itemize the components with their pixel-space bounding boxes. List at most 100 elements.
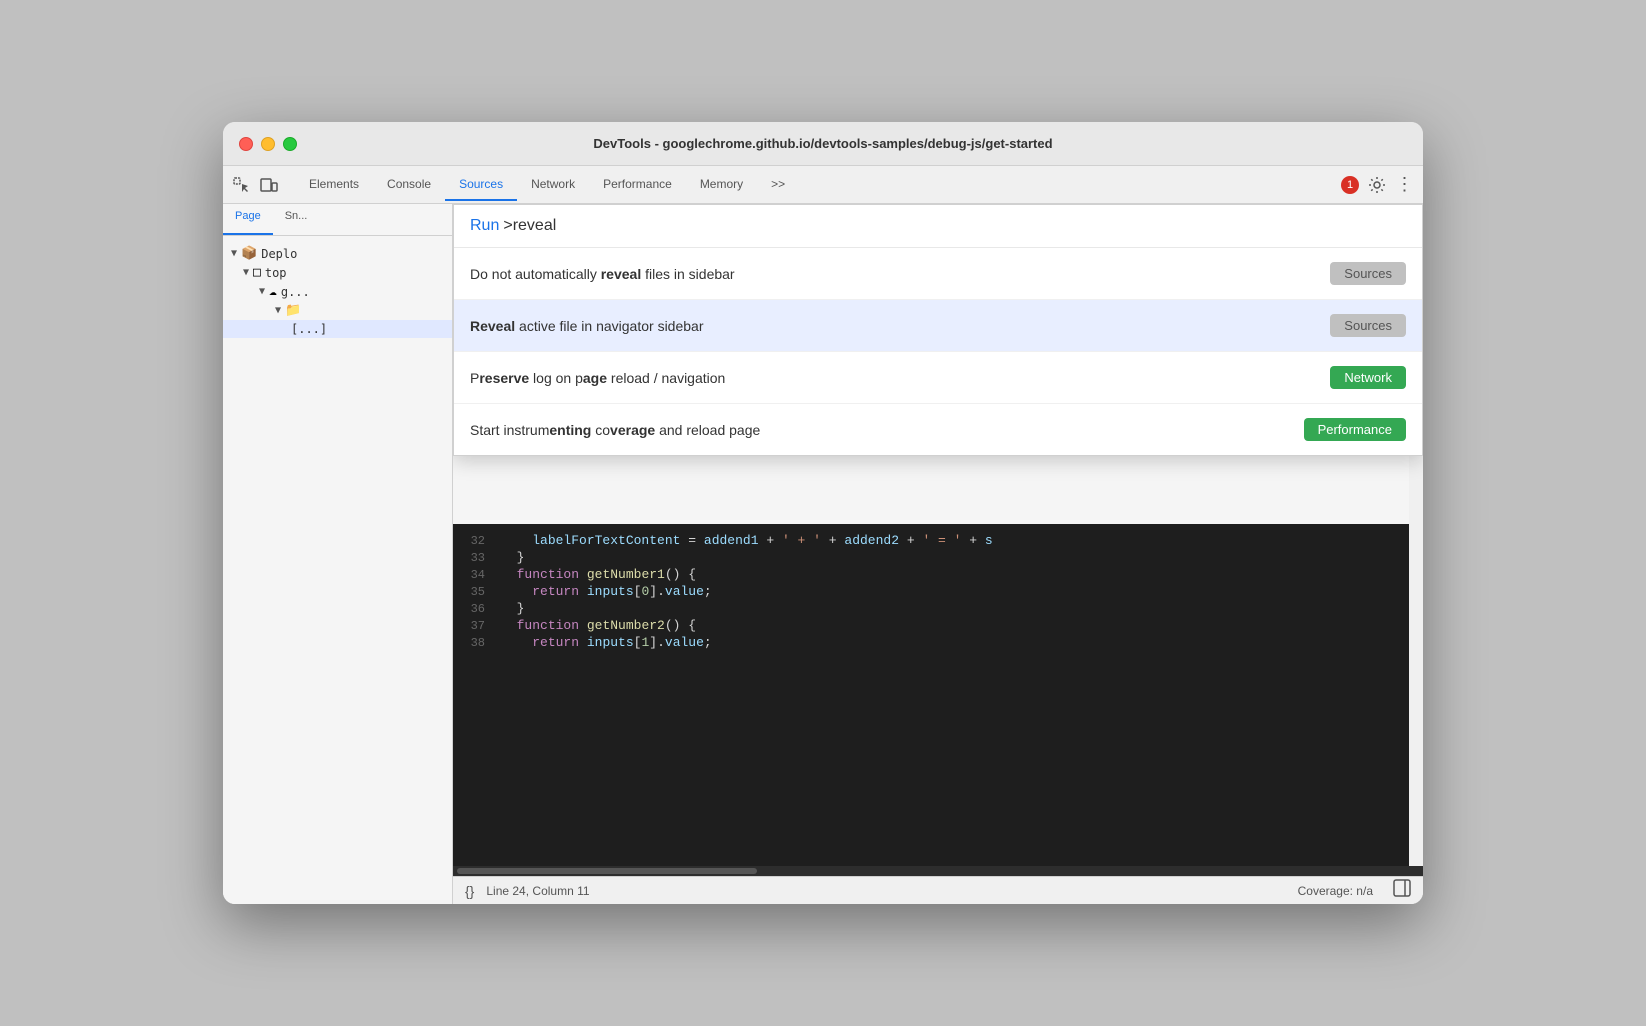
tab-performance[interactable]: Performance — [589, 169, 686, 201]
tree-arrow: ▼ — [275, 305, 281, 316]
title-bar: DevTools - googlechrome.github.io/devtoo… — [223, 122, 1423, 166]
result-3-badge[interactable]: Network — [1330, 366, 1406, 389]
tab-network[interactable]: Network — [517, 169, 589, 201]
select-element-icon[interactable] — [231, 175, 251, 195]
tab-console[interactable]: Console — [373, 169, 445, 201]
highlight-enting: enting — [549, 422, 591, 438]
result-3-text: Preserve log on page reload / navigation — [470, 370, 725, 386]
g-icon: ☁ — [269, 284, 277, 299]
line-num-36: 36 — [453, 602, 501, 616]
line-content-38: return inputs[1].value; — [501, 635, 712, 650]
code-area[interactable]: 32 labelForTextContent = addend1 + ' + '… — [453, 524, 1409, 866]
tree-label: g... — [281, 285, 310, 299]
status-bar: {} Line 24, Column 11 Coverage: n/a — [453, 876, 1423, 904]
status-bar-right: Coverage: n/a — [1298, 884, 1373, 898]
command-result-4[interactable]: Start instrumenting coverage and reload … — [454, 404, 1422, 455]
line-content-37: function getNumber2() { — [501, 618, 696, 633]
status-bar-left: {} Line 24, Column 11 — [465, 883, 590, 899]
device-toggle-icon[interactable] — [259, 175, 279, 195]
result-2-badge[interactable]: Sources — [1330, 314, 1406, 337]
tree-item-folder[interactable]: ▼ 📁 — [223, 301, 452, 320]
deploy-icon: 📦 — [241, 246, 257, 261]
more-options-icon[interactable]: ⋮ — [1395, 175, 1415, 195]
result-2-text: Reveal active file in navigator sidebar — [470, 318, 703, 334]
tab-elements[interactable]: Elements — [295, 169, 373, 201]
main-content: Page Sn... ▼ 📦 Deplo ▼ □ top ▼ — [223, 204, 1423, 904]
command-input-field[interactable] — [503, 217, 1406, 235]
line-content-35: return inputs[0].value; — [501, 584, 712, 599]
horizontal-scrollbar[interactable] — [453, 866, 1423, 876]
tree-item-g[interactable]: ▼ ☁ g... — [223, 282, 452, 301]
tab-bar: Elements Console Sources Network Perform… — [223, 166, 1423, 204]
tab-sources[interactable]: Sources — [445, 169, 517, 201]
tree-item-file[interactable]: [...] — [223, 320, 452, 338]
tree-arrow: ▼ — [243, 267, 249, 278]
code-line-34: 34 function getNumber1() { — [453, 566, 1409, 583]
right-panel-toggle[interactable] — [1393, 879, 1411, 902]
line-num-34: 34 — [453, 568, 501, 582]
command-menu: Run Do not automatically reveal files in… — [453, 204, 1423, 456]
scrollbar-thumb-h — [457, 868, 757, 874]
sidebar-tab-snippets[interactable]: Sn... — [273, 204, 320, 235]
tree-item-deploy[interactable]: ▼ 📦 Deplo — [223, 244, 452, 263]
top-icon: □ — [253, 265, 261, 280]
tree-arrow: ▼ — [231, 248, 237, 259]
tab-memory[interactable]: Memory — [686, 169, 757, 201]
line-num-38: 38 — [453, 636, 501, 650]
result-4-badge[interactable]: Performance — [1304, 418, 1406, 441]
traffic-lights — [239, 137, 297, 151]
line-col-status: Line 24, Column 11 — [486, 884, 589, 898]
settings-icon[interactable] — [1367, 175, 1387, 195]
highlight-reveal-2: Reveal — [470, 318, 515, 334]
code-line-35: 35 return inputs[0].value; — [453, 583, 1409, 600]
tab-more[interactable]: >> — [757, 169, 799, 201]
code-line-33: 33 } — [453, 549, 1409, 566]
highlight-age: age — [583, 370, 607, 386]
command-input-row: Run — [454, 205, 1422, 248]
highlight-reveal-1: reveal — [601, 266, 641, 282]
command-result-3[interactable]: Preserve log on page reload / navigation… — [454, 352, 1422, 404]
close-button[interactable] — [239, 137, 253, 151]
sidebar-tabs: Page Sn... — [223, 204, 452, 236]
run-label: Run — [470, 217, 499, 235]
folder-icon: 📁 — [285, 303, 301, 318]
devtools-container: Elements Console Sources Network Perform… — [223, 166, 1423, 904]
line-content-34: function getNumber1() { — [501, 567, 696, 582]
line-content-33: } — [501, 550, 524, 565]
toolbar-icons — [231, 175, 279, 195]
sidebar: Page Sn... ▼ 📦 Deplo ▼ □ top ▼ — [223, 204, 453, 904]
devtools-window: DevTools - googlechrome.github.io/devtoo… — [223, 122, 1423, 904]
tree-label: top — [265, 266, 287, 280]
line-content-36: } — [501, 601, 524, 616]
sidebar-tree: ▼ 📦 Deplo ▼ □ top ▼ ☁ g... — [223, 236, 452, 904]
coverage-status: Coverage: n/a — [1298, 884, 1373, 898]
minimize-button[interactable] — [261, 137, 275, 151]
tree-arrow: ▼ — [259, 286, 265, 297]
code-line-38: 38 return inputs[1].value; — [453, 634, 1409, 651]
command-result-2[interactable]: Reveal active file in navigator sidebar … — [454, 300, 1422, 352]
line-num-37: 37 — [453, 619, 501, 633]
tab-right-icons: 1 ⋮ — [1341, 175, 1415, 195]
line-num-33: 33 — [453, 551, 501, 565]
code-line-32: 32 labelForTextContent = addend1 + ' + '… — [453, 532, 1409, 549]
tree-item-top[interactable]: ▼ □ top — [223, 263, 452, 282]
highlight-reserve: reserve — [479, 370, 529, 386]
code-line-37: 37 function getNumber2() { — [453, 617, 1409, 634]
code-line-36: 36 } — [453, 600, 1409, 617]
window-title: DevTools - googlechrome.github.io/devtoo… — [593, 136, 1052, 151]
sidebar-tab-page[interactable]: Page — [223, 204, 273, 235]
error-badge: 1 — [1341, 176, 1359, 194]
result-1-text: Do not automatically reveal files in sid… — [470, 266, 735, 282]
highlight-verage: verage — [610, 422, 655, 438]
command-result-1[interactable]: Do not automatically reveal files in sid… — [454, 248, 1422, 300]
braces-icon[interactable]: {} — [465, 883, 474, 899]
tree-label: Deplo — [261, 247, 297, 261]
maximize-button[interactable] — [283, 137, 297, 151]
line-content-32: labelForTextContent = addend1 + ' + ' + … — [501, 533, 993, 548]
result-4-text: Start instrumenting coverage and reload … — [470, 422, 760, 438]
line-num-32: 32 — [453, 534, 501, 548]
main-panel: Run Do not automatically reveal files in… — [453, 204, 1423, 904]
result-1-badge[interactable]: Sources — [1330, 262, 1406, 285]
line-num-35: 35 — [453, 585, 501, 599]
tree-label: [...] — [291, 322, 327, 336]
